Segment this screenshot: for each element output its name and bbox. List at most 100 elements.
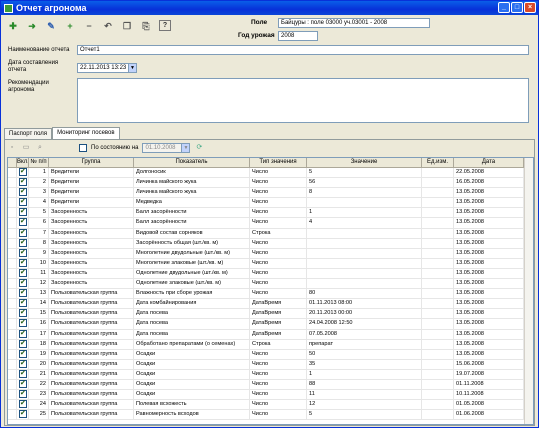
table-row[interactable]: 15Пользовательская группаДата посеваДата…	[8, 309, 533, 320]
row-enabled-checkbox[interactable]	[17, 349, 29, 359]
row-enabled-checkbox[interactable]	[17, 369, 29, 379]
row-enabled-checkbox[interactable]	[17, 248, 29, 258]
col-group[interactable]: Группа	[49, 158, 134, 167]
table-row[interactable]: 3ВредителиЛичинка майского жукаЧисло8 13.…	[8, 188, 533, 199]
row-enabled-checkbox[interactable]	[17, 400, 29, 410]
table-row[interactable]: 20Пользовательская группаОсадкиЧисло35 15…	[8, 359, 533, 370]
table-row[interactable]: 12ЗасоренностьОднолетние злаковые (шт./к…	[8, 279, 533, 290]
table-row[interactable]: 22Пользовательская группаОсадкиЧисло88 01…	[8, 379, 533, 391]
chevron-down-icon[interactable]: ▼	[181, 144, 190, 152]
col-number[interactable]: № п/п	[29, 158, 49, 167]
table-row[interactable]: 8ЗасоренностьЗасорённость общая (шт./кв.…	[8, 238, 533, 249]
checkmark-icon[interactable]	[19, 379, 27, 388]
table-row[interactable]: 2ВредителиЛичинка майского жукаЧисло56 16…	[8, 178, 533, 189]
table-row[interactable]: 21Пользовательская группаОсадкиЧисло1 19.…	[8, 369, 533, 380]
table-row[interactable]: 6ЗасоренностьБалл засорённостиЧисло4 13.0…	[8, 218, 533, 229]
table-row[interactable]: 14Пользовательская группаДата комбайниро…	[8, 299, 533, 310]
add-icon[interactable]: ✚	[4, 18, 22, 34]
maximize-button[interactable]: □	[511, 2, 523, 13]
checkmark-icon[interactable]	[19, 329, 27, 338]
row-enabled-checkbox[interactable]	[17, 258, 29, 268]
help-icon[interactable]: ?	[159, 20, 171, 31]
edit-icon[interactable]: ✎	[42, 18, 60, 34]
table-row[interactable]: 13Пользовательская группаВлажность при с…	[8, 289, 533, 300]
add-green-icon[interactable]: +	[61, 18, 79, 34]
checkmark-icon[interactable]	[19, 248, 27, 257]
undo-icon[interactable]: ↶	[99, 18, 117, 34]
table-row[interactable]: 4ВредителиМедведкаЧисло 13.05.2008	[8, 198, 533, 209]
row-enabled-checkbox[interactable]	[17, 390, 29, 400]
row-enabled-checkbox[interactable]	[17, 238, 29, 248]
col-value-type[interactable]: Тип значения	[250, 158, 307, 167]
col-date[interactable]: Дата	[454, 158, 524, 167]
row-enabled-checkbox[interactable]	[17, 329, 29, 339]
table-row[interactable]: 16Пользовательская группаДата посеваДата…	[8, 319, 533, 330]
row-enabled-checkbox[interactable]	[17, 279, 29, 289]
refresh-icon[interactable]: ⟳	[194, 143, 204, 153]
checkmark-icon[interactable]	[19, 319, 27, 328]
recommend-textarea[interactable]	[77, 78, 529, 123]
checkmark-icon[interactable]	[19, 198, 27, 207]
find-icon[interactable]: ⌕	[35, 143, 45, 153]
row-enabled-checkbox[interactable]	[17, 309, 29, 319]
report-name-input[interactable]: Отчет1	[77, 45, 529, 55]
row-enabled-checkbox[interactable]	[17, 208, 29, 218]
open-folder-icon[interactable]: ▭	[21, 143, 31, 153]
date-combo[interactable]: 22.11.2013 13:23 ▼	[77, 63, 137, 73]
checkmark-icon[interactable]	[19, 168, 27, 176]
row-enabled-checkbox[interactable]	[17, 268, 29, 279]
year-value[interactable]: 2008	[278, 31, 318, 41]
checkmark-icon[interactable]	[19, 390, 27, 399]
table-row[interactable]: 1ВредителиДолгоносикЧисло5 22.05.2008	[8, 168, 533, 179]
row-enabled-checkbox[interactable]	[17, 289, 29, 299]
remove-icon[interactable]: −	[80, 18, 98, 34]
table-row[interactable]: 10ЗасоренностьМноголетние злаковые (шт./…	[8, 258, 533, 269]
add-copy-icon[interactable]: ➜	[23, 18, 41, 34]
table-row[interactable]: 7ЗасоренностьВидовой состав сорняковСтро…	[8, 228, 533, 239]
tab-crop-monitoring[interactable]: Мониторинг посевов	[52, 127, 120, 139]
row-enabled-checkbox[interactable]	[17, 410, 29, 420]
vertical-scrollbar[interactable]	[524, 158, 533, 424]
chevron-down-icon[interactable]: ▼	[128, 64, 136, 72]
paste-icon[interactable]: ⎘	[137, 18, 155, 34]
col-value[interactable]: Значение	[307, 158, 422, 167]
close-button[interactable]: ×	[524, 2, 536, 13]
row-enabled-checkbox[interactable]	[17, 188, 29, 198]
checkmark-icon[interactable]	[19, 218, 27, 227]
table-row[interactable]: 11ЗасоренностьОднолетние двудольные (шт.…	[8, 268, 533, 280]
row-enabled-checkbox[interactable]	[17, 379, 29, 390]
new-doc-icon[interactable]: ▫	[7, 143, 17, 153]
row-enabled-checkbox[interactable]	[17, 339, 29, 349]
table-row[interactable]: 25Пользовательская группаРавномерность в…	[8, 410, 533, 421]
row-enabled-checkbox[interactable]	[17, 228, 29, 238]
checkmark-icon[interactable]	[19, 279, 27, 288]
checkmark-icon[interactable]	[19, 359, 27, 368]
state-checkbox[interactable]	[79, 144, 87, 152]
table-row[interactable]: 23Пользовательская группаОсадкиЧисло11 10…	[8, 390, 533, 401]
checkmark-icon[interactable]	[19, 208, 27, 217]
checkmark-icon[interactable]	[19, 268, 27, 277]
table-row[interactable]: 5ЗасоренностьБалл засорённостиЧисло1 13.0…	[8, 208, 533, 219]
row-enabled-checkbox[interactable]	[17, 178, 29, 188]
checkmark-icon[interactable]	[19, 188, 27, 197]
state-date-input[interactable]: 01.10.2008 ▼	[142, 143, 191, 153]
checkmark-icon[interactable]	[19, 178, 27, 187]
row-enabled-checkbox[interactable]	[17, 299, 29, 309]
field-value[interactable]: Байцуры : поле 03000 уч.03001 - 2008	[278, 18, 430, 28]
checkmark-icon[interactable]	[19, 369, 27, 378]
col-unit[interactable]: Ед.изм.	[422, 158, 454, 167]
checkmark-icon[interactable]	[19, 289, 27, 298]
checkmark-icon[interactable]	[19, 258, 27, 267]
row-enabled-checkbox[interactable]	[17, 359, 29, 369]
table-row[interactable]: 19Пользовательская группаОсадкиЧисло50 13…	[8, 349, 533, 360]
checkmark-icon[interactable]	[19, 238, 27, 247]
table-row[interactable]: 17Пользовательская группаДата посеваДата…	[8, 329, 533, 340]
checkmark-icon[interactable]	[19, 339, 27, 348]
minimize-button[interactable]: _	[498, 2, 510, 13]
checkmark-icon[interactable]	[19, 410, 27, 419]
checkmark-icon[interactable]	[19, 400, 27, 409]
row-enabled-checkbox[interactable]	[17, 168, 29, 178]
checkmark-icon[interactable]	[19, 299, 27, 308]
table-row[interactable]: 9ЗасоренностьМноголетние двудольные (шт.…	[8, 248, 533, 259]
col-enabled[interactable]: Вкл.	[17, 158, 29, 167]
